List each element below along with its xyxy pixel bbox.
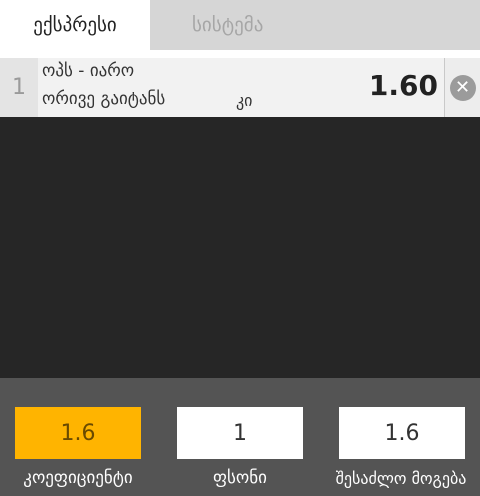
bet-market: ორივე გაიტანს <box>42 89 166 109</box>
bet-odds: 1.60 <box>368 69 438 102</box>
tab-express-label: ექსპრესი <box>33 14 117 36</box>
coefficient-label: კოეფიციენტი <box>23 468 133 488</box>
bet-details: ოპს - იარო ორივე გაიტანს კი 1.60 <box>38 58 444 117</box>
bet-index: 1 <box>0 58 38 117</box>
bet-match: ოპს - იარო <box>42 61 135 81</box>
stake-input[interactable]: 1 <box>177 407 303 459</box>
bet-pick: კი <box>236 91 253 110</box>
bet-type-tabs: ექსპრესი სისტემა <box>0 0 480 50</box>
possible-win-value: 1.6 <box>339 407 465 459</box>
tab-express[interactable]: ექსპრესი <box>0 0 150 50</box>
stake-label: ფსონი <box>213 468 267 488</box>
tab-system[interactable]: სისტემა <box>150 0 480 50</box>
remove-bet-cell: ✕ <box>444 58 480 117</box>
tab-system-label: სისტემა <box>192 14 264 36</box>
coefficient-value: 1.6 <box>15 407 141 459</box>
possible-win-label: შესაძლო მოგება <box>335 468 467 488</box>
bet-summary-footer: 1.6 1 1.6 კოეფიციენტი ფსონი შესაძლო მოგე… <box>0 378 480 496</box>
tabs-divider <box>0 50 480 58</box>
bet-slip-row: 1 ოპს - იარო ორივე გაიტანს კი 1.60 ✕ <box>0 58 480 117</box>
close-circle-icon[interactable]: ✕ <box>449 74 476 101</box>
